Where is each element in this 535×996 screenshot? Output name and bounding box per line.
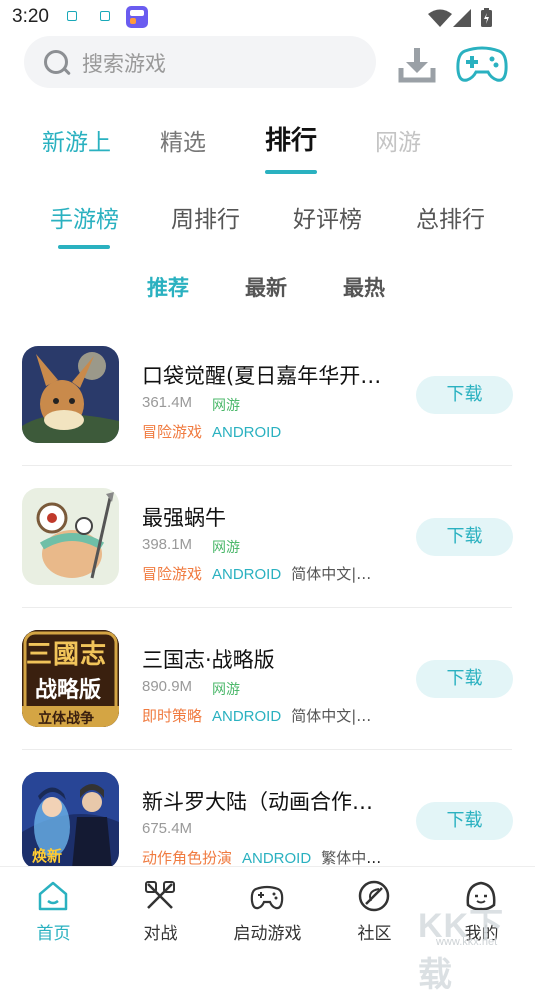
game-size: 890.9M	[142, 678, 193, 695]
top-tabs: 新游上 精选 排行 网游	[0, 120, 535, 180]
tag-platform: ANDROID	[212, 708, 282, 725]
signal-icon	[453, 9, 471, 27]
nav-label: 首页	[36, 924, 71, 944]
nav-launch-game[interactable]: 启动游戏	[214, 867, 321, 952]
search-bar[interactable]: 搜索游戏	[24, 36, 376, 88]
tag-platform: ANDROID	[212, 424, 282, 441]
tab-weekly[interactable]: 周排行	[171, 200, 240, 234]
tab-top-rated[interactable]: 好评榜	[293, 200, 362, 234]
tag-language: 简体中文|…	[291, 565, 372, 583]
gamepad-icon	[250, 885, 284, 910]
icon-banner-text: 立体战争	[38, 711, 94, 727]
nav-home[interactable]: 首页	[0, 867, 107, 952]
download-manager-icon[interactable]	[396, 44, 438, 86]
tab-new-games[interactable]: 新游上	[42, 123, 111, 157]
wifi-icon	[428, 9, 452, 27]
tag-genre: 冒险游戏	[142, 565, 203, 583]
tab-featured[interactable]: 精选	[160, 123, 206, 157]
game-type: 网游	[212, 682, 240, 698]
list-item[interactable]: 最强蜗牛 398.1M 网游 冒险游戏 ANDROID 简体中文|… 下载	[0, 472, 535, 614]
tag-language: 简体中文|…	[291, 707, 372, 725]
notification-icon	[67, 11, 77, 21]
tag-language: 繁体中…	[321, 849, 382, 867]
list-item[interactable]: 三國志 战略版 立体战争 三国志·战略版 890.9M 网游 即时策略 ANDRO…	[0, 614, 535, 756]
tag-genre: 即时策略	[142, 707, 203, 725]
download-button[interactable]: 下载	[416, 376, 513, 414]
sort-recommended[interactable]: 推荐	[147, 272, 189, 302]
nav-community[interactable]: 社区	[321, 867, 428, 952]
download-button[interactable]: 下载	[416, 518, 513, 556]
status-bar: 3:20	[0, 0, 535, 34]
game-name: 口袋觉醒(夏日嘉年华开…	[142, 364, 382, 388]
status-time: 3:20	[12, 6, 49, 27]
tab-indicator	[265, 170, 317, 174]
tab-all-time[interactable]: 总排行	[416, 200, 485, 234]
home-icon	[38, 881, 68, 911]
list-item[interactable]: 口袋觉醒(夏日嘉年华开… 361.4M 网游 冒险游戏 ANDROID 下载	[0, 330, 535, 472]
notification-icon	[100, 11, 110, 21]
game-size: 675.4M	[142, 820, 193, 837]
game-name: 新斗罗大陆（动画合作…	[142, 790, 373, 814]
game-icon	[22, 346, 119, 443]
game-icon	[22, 488, 119, 585]
icon-subtitle-text: 战略版	[35, 678, 102, 703]
tag-platform: ANDROID	[242, 850, 312, 867]
tag-genre: 冒险游戏	[142, 423, 203, 441]
nav-label: 启动游戏	[233, 924, 302, 944]
tab-mobile-chart[interactable]: 手游榜	[50, 200, 119, 234]
tag-genre: 动作角色扮演	[142, 849, 233, 867]
search-icon	[44, 50, 68, 74]
rank-tab-indicator	[58, 245, 110, 249]
tag-platform: ANDROID	[212, 566, 282, 583]
divider	[22, 607, 512, 608]
game-type: 网游	[212, 398, 240, 414]
game-tags: 即时策略 ANDROID 简体中文|…	[142, 705, 387, 726]
game-tags: 冒险游戏 ANDROID	[142, 421, 387, 442]
game-icon: 焕新	[22, 772, 119, 869]
search-placeholder: 搜索游戏	[82, 52, 166, 76]
gamepad-icon[interactable]	[456, 42, 508, 86]
sort-latest[interactable]: 最新	[245, 272, 287, 302]
game-name: 最强蜗牛	[142, 506, 226, 530]
tab-online-games[interactable]: 网游	[375, 123, 421, 157]
game-size: 361.4M	[142, 394, 193, 411]
nav-label: 社区	[357, 924, 392, 944]
game-type: 网游	[212, 540, 240, 556]
game-tags: 动作角色扮演 ANDROID 繁体中…	[142, 847, 387, 868]
nav-battle[interactable]: 对战	[107, 867, 214, 952]
crossed-swords-icon	[145, 881, 175, 909]
community-icon	[358, 880, 390, 912]
divider	[22, 465, 512, 466]
tab-ranking[interactable]: 排行	[265, 120, 317, 157]
icon-title-text: 三國志	[26, 640, 108, 670]
divider	[22, 749, 512, 750]
download-button[interactable]: 下载	[416, 660, 513, 698]
game-tags: 冒险游戏 ANDROID 简体中文|…	[142, 563, 387, 584]
game-size: 398.1M	[142, 536, 193, 553]
watermark-url: www.kkx.net	[436, 936, 498, 948]
game-icon: 三國志 战略版 立体战争	[22, 630, 119, 727]
app-notification-icon	[126, 6, 148, 28]
icon-badge-text: 焕新	[32, 847, 63, 865]
nav-label: 对战	[143, 924, 178, 944]
game-name: 三国志·战略版	[142, 648, 275, 672]
sort-hottest[interactable]: 最热	[343, 272, 385, 302]
battery-icon	[481, 8, 492, 27]
download-button[interactable]: 下载	[416, 802, 513, 840]
